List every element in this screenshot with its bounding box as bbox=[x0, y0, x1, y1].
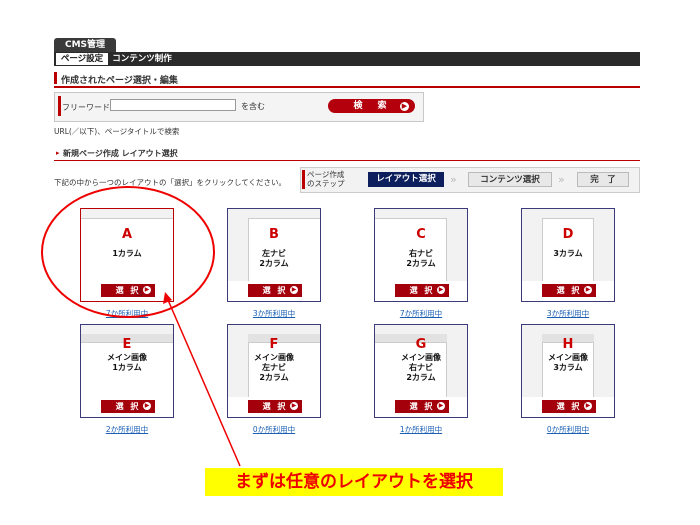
annotation-arrow bbox=[163, 292, 241, 467]
annotation-callout: まずは任意のレイアウトを選択 bbox=[205, 468, 503, 496]
hand-cursor-icon: ☝ bbox=[136, 286, 143, 299]
